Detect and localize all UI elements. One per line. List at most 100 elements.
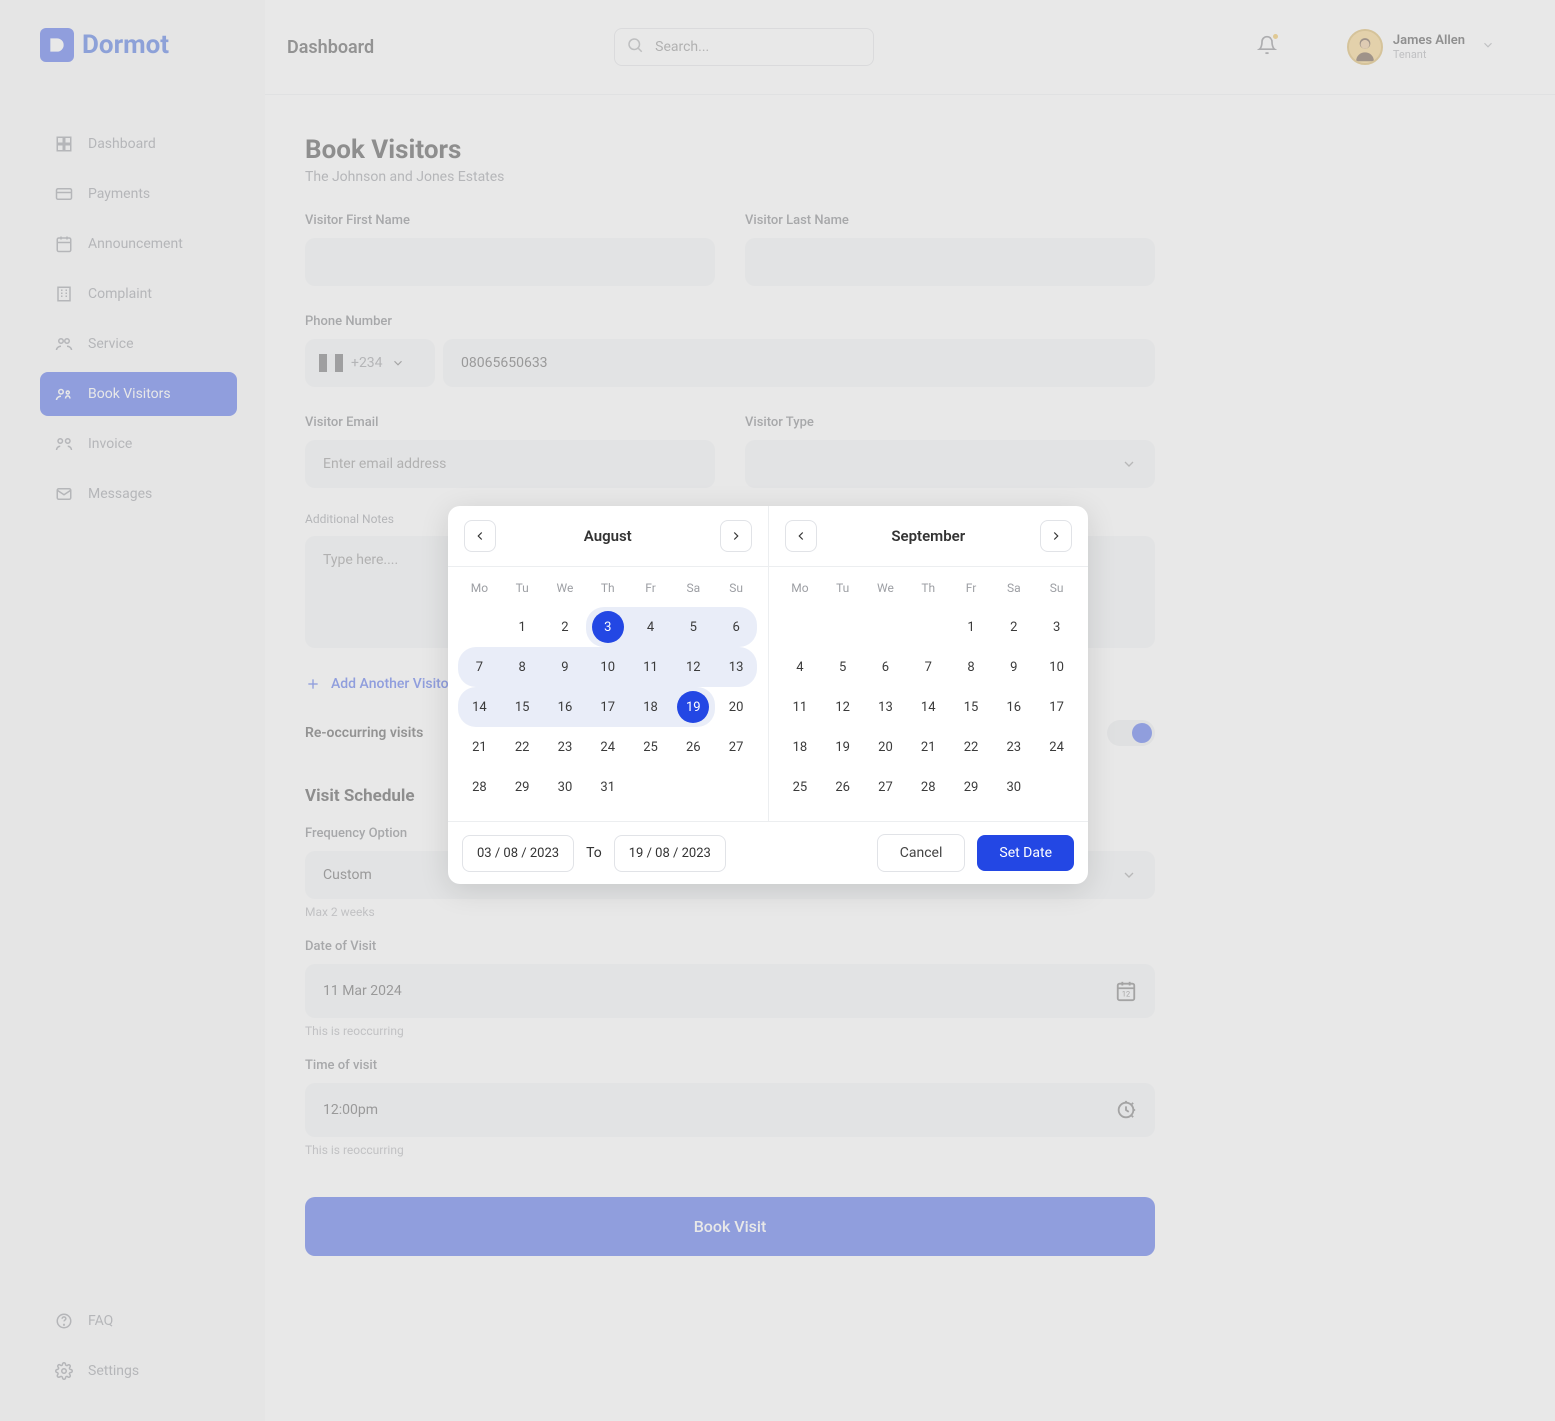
day-cell[interactable]: 25 [779, 767, 822, 807]
day-cell[interactable]: 1 [950, 607, 993, 647]
day-cell[interactable]: 16 [544, 687, 587, 727]
day-empty [907, 607, 950, 647]
day-of-week-header: Th [586, 581, 629, 595]
date-from-chip[interactable]: 03 / 08 / 2023 [462, 835, 574, 872]
day-cell[interactable]: 19 [821, 727, 864, 767]
day-cell[interactable]: 23 [992, 727, 1035, 767]
day-cell[interactable]: 31 [586, 767, 629, 807]
day-cell[interactable]: 5 [672, 607, 715, 647]
day-of-week-header: Su [1035, 581, 1078, 595]
day-cell[interactable]: 29 [950, 767, 993, 807]
day-cell[interactable]: 16 [992, 687, 1035, 727]
cancel-button[interactable]: Cancel [877, 834, 966, 872]
set-date-button[interactable]: Set Date [977, 835, 1074, 871]
day-cell[interactable]: 8 [950, 647, 993, 687]
day-cell[interactable]: 7 [458, 647, 501, 687]
day-cell[interactable]: 12 [821, 687, 864, 727]
day-cell[interactable]: 17 [586, 687, 629, 727]
day-cell[interactable]: 25 [629, 727, 672, 767]
day-of-week-header: Sa [992, 581, 1035, 595]
next-month-button-left[interactable] [720, 520, 752, 552]
date-to-chip[interactable]: 19 / 08 / 2023 [614, 835, 726, 872]
day-cell[interactable]: 15 [501, 687, 544, 727]
day-empty [715, 767, 758, 807]
day-empty [458, 607, 501, 647]
date-range-picker: August MoTuWeThFrSaSu 123456789101112131… [448, 506, 1088, 884]
day-empty [821, 607, 864, 647]
month-panel-right: September MoTuWeThFrSaSu 123456789101112… [769, 506, 1089, 821]
day-of-week-header: Fr [950, 581, 993, 595]
day-of-week-header: Th [907, 581, 950, 595]
day-cell[interactable]: 9 [544, 647, 587, 687]
day-cell[interactable]: 18 [629, 687, 672, 727]
day-empty [672, 767, 715, 807]
day-of-week-header: Fr [629, 581, 672, 595]
day-cell[interactable]: 26 [821, 767, 864, 807]
day-of-week-header: Mo [458, 581, 501, 595]
prev-month-button[interactable] [464, 520, 496, 552]
day-cell[interactable]: 14 [458, 687, 501, 727]
day-empty [1035, 767, 1078, 807]
day-cell[interactable]: 22 [501, 727, 544, 767]
day-cell[interactable]: 18 [779, 727, 822, 767]
day-cell[interactable]: 3 [1035, 607, 1078, 647]
day-cell[interactable]: 21 [458, 727, 501, 767]
day-cell[interactable]: 12 [672, 647, 715, 687]
day-cell[interactable]: 4 [629, 607, 672, 647]
day-cell[interactable]: 27 [715, 727, 758, 767]
day-cell[interactable]: 7 [907, 647, 950, 687]
next-month-button[interactable] [1040, 520, 1072, 552]
day-cell[interactable]: 4 [779, 647, 822, 687]
day-cell[interactable]: 29 [501, 767, 544, 807]
day-cell[interactable]: 28 [458, 767, 501, 807]
chevron-left-icon [473, 529, 487, 543]
day-cell[interactable]: 20 [715, 687, 758, 727]
day-cell[interactable]: 30 [992, 767, 1035, 807]
day-cell[interactable]: 2 [544, 607, 587, 647]
day-cell[interactable]: 27 [864, 767, 907, 807]
day-cell[interactable]: 24 [586, 727, 629, 767]
day-cell[interactable]: 11 [629, 647, 672, 687]
month-panel-left: August MoTuWeThFrSaSu 123456789101112131… [448, 506, 769, 821]
day-cell[interactable]: 5 [821, 647, 864, 687]
month-name-right: September [891, 527, 965, 545]
day-cell[interactable]: 21 [907, 727, 950, 767]
day-of-week-header: We [864, 581, 907, 595]
day-cell[interactable]: 11 [779, 687, 822, 727]
chevron-left-icon [794, 529, 808, 543]
day-of-week-header: Tu [501, 581, 544, 595]
day-of-week-header: Sa [672, 581, 715, 595]
day-of-week-header: We [544, 581, 587, 595]
day-cell[interactable]: 6 [864, 647, 907, 687]
day-cell[interactable]: 15 [950, 687, 993, 727]
day-cell[interactable]: 9 [992, 647, 1035, 687]
day-cell[interactable]: 13 [864, 687, 907, 727]
day-cell[interactable]: 3 [586, 607, 629, 647]
day-cell[interactable]: 6 [715, 607, 758, 647]
day-cell[interactable]: 20 [864, 727, 907, 767]
prev-month-button-right[interactable] [785, 520, 817, 552]
day-cell[interactable]: 19 [672, 687, 715, 727]
day-of-week-header: Mo [779, 581, 822, 595]
day-cell[interactable]: 13 [715, 647, 758, 687]
day-cell[interactable]: 14 [907, 687, 950, 727]
chevron-right-icon [729, 529, 743, 543]
chevron-right-icon [1049, 529, 1063, 543]
day-cell[interactable]: 2 [992, 607, 1035, 647]
day-cell[interactable]: 8 [501, 647, 544, 687]
day-cell[interactable]: 1 [501, 607, 544, 647]
day-cell[interactable]: 26 [672, 727, 715, 767]
month-name-left: August [584, 527, 632, 545]
day-cell[interactable]: 28 [907, 767, 950, 807]
day-cell[interactable]: 10 [1035, 647, 1078, 687]
day-cell[interactable]: 17 [1035, 687, 1078, 727]
day-cell[interactable]: 22 [950, 727, 993, 767]
to-label: To [586, 845, 602, 861]
day-empty [864, 607, 907, 647]
day-cell[interactable]: 24 [1035, 727, 1078, 767]
day-of-week-header: Tu [821, 581, 864, 595]
day-cell[interactable]: 10 [586, 647, 629, 687]
day-cell[interactable]: 30 [544, 767, 587, 807]
day-cell[interactable]: 23 [544, 727, 587, 767]
day-of-week-header: Su [715, 581, 758, 595]
